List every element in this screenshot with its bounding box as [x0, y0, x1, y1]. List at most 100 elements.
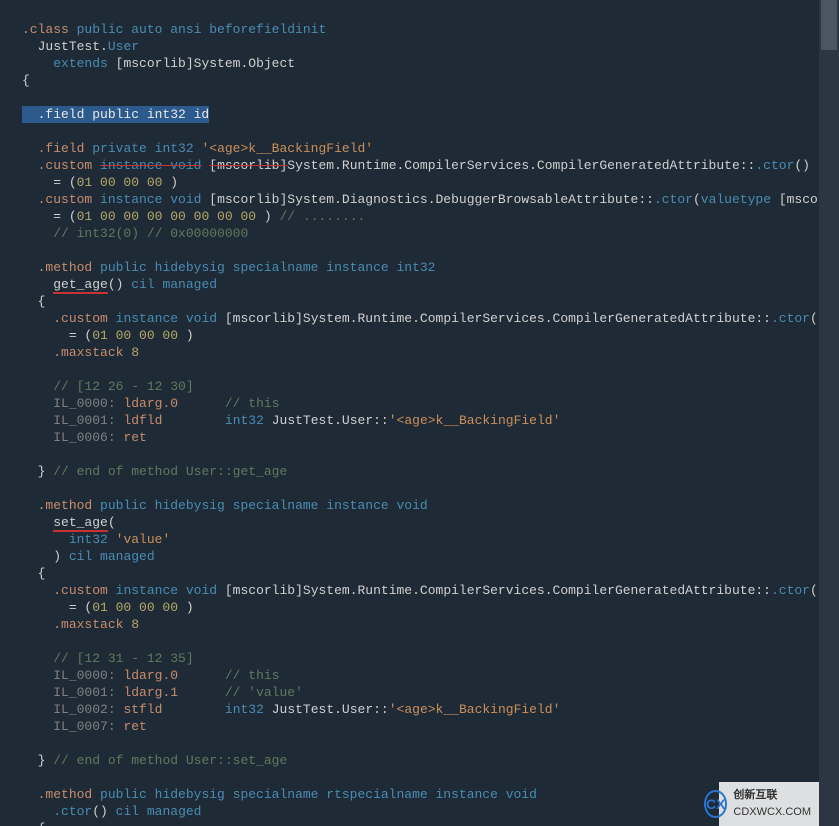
maxstack-n: 8 [131, 345, 139, 360]
sig: () [92, 804, 108, 819]
il-label: IL_0006: [53, 430, 115, 445]
modifiers: instance void [100, 158, 201, 173]
il-op: ldarg.0 [123, 396, 178, 411]
field-name: '<age>k__BackingField' [201, 141, 373, 156]
il-label: IL_0001: [53, 685, 115, 700]
il-field: '<age>k__BackingField' [389, 702, 561, 717]
brace: } [38, 753, 46, 768]
comment: // ........ [279, 209, 365, 224]
directive: .method [38, 260, 93, 275]
lib-ref: [mscorlib] [225, 583, 303, 598]
range-comment: // [12 31 - 12 35] [53, 651, 193, 666]
il-field: '<age>k__BackingField' [389, 413, 561, 428]
bytes: 01 00 00 00 [92, 600, 178, 615]
il-comment: // 'value' [225, 685, 303, 700]
il-op: ldarg.0 [123, 668, 178, 683]
paren: ( [693, 192, 701, 207]
lib-ref: [mscorlib] [209, 192, 287, 207]
ctor-name: .ctor [53, 804, 92, 819]
il-comment: // this [225, 668, 280, 683]
modifiers: instance void [116, 311, 217, 326]
il-op: ret [123, 719, 146, 734]
vertical-scrollbar[interactable] [819, 0, 839, 826]
modifiers: instance void [100, 192, 201, 207]
class-name: User [108, 39, 139, 54]
brace: { [38, 821, 46, 826]
watermark: CX 创新互联 CDXWCX.COM [719, 782, 819, 826]
base-type: System.Object [194, 56, 295, 71]
code-editor[interactable]: .class public auto ansi beforefieldinit … [0, 0, 819, 826]
range-comment: // [12 26 - 12 30] [53, 379, 193, 394]
end: ) [178, 600, 194, 615]
parens: () [794, 158, 810, 173]
il-op: ldarg.1 [123, 685, 178, 700]
maxstack-n: 8 [131, 617, 139, 632]
arg-type: int32 [69, 532, 108, 547]
lib-ref: [mscorlib] [779, 192, 819, 207]
parens: () [810, 583, 819, 598]
modifiers: public hidebysig specialname instance in… [100, 260, 435, 275]
il-type: int32 [225, 702, 264, 717]
eq: = ( [69, 600, 92, 615]
end-comment: // end of method User::get_age [53, 464, 287, 479]
directive: .method [38, 787, 93, 802]
directive: .custom [53, 583, 108, 598]
attr-type: System.Runtime.CompilerServices.Compiler… [303, 311, 771, 326]
cil: cil managed [116, 804, 202, 819]
bytes: 01 00 00 00 [77, 175, 163, 190]
modifiers: public auto ansi beforefieldinit [77, 22, 327, 37]
lib-ref: [mscorlib] [209, 158, 287, 173]
directive: .custom [53, 311, 108, 326]
paren: ( [108, 515, 116, 530]
il-target: JustTest.User:: [272, 702, 389, 717]
lib-ref: [mscorlib] [225, 311, 303, 326]
valuetype: valuetype [701, 192, 771, 207]
il-label: IL_0001: [53, 413, 115, 428]
il-op: ret [123, 430, 146, 445]
parens: () [810, 311, 819, 326]
watermark-text: 创新互联 CDXWCX.COM [733, 787, 811, 821]
il-type: int32 [225, 413, 264, 428]
il-label: IL_0000: [53, 396, 115, 411]
directive: .field [38, 141, 85, 156]
cil: cil managed [131, 277, 217, 292]
brace: } [38, 464, 46, 479]
il-op: ldfld [123, 413, 162, 428]
modifiers: public hidebysig specialname instance vo… [100, 498, 428, 513]
scrollbar-thumb[interactable] [821, 0, 837, 50]
maxstack: .maxstack [53, 345, 123, 360]
directive: .custom [38, 158, 93, 173]
brace: { [22, 73, 30, 88]
il-label: IL_0000: [53, 668, 115, 683]
il-label: IL_0002: [53, 702, 115, 717]
cil: cil managed [69, 549, 155, 564]
extends-kw: extends [53, 56, 108, 71]
eq: = ( [53, 175, 76, 190]
bytes: 01 00 00 00 [92, 328, 178, 343]
il-comment: // this [225, 396, 280, 411]
ctor: .ctor [654, 192, 693, 207]
end: ) [256, 209, 272, 224]
il-op: stfld [123, 702, 162, 717]
comment: // int32(0) // 0x00000000 [53, 226, 248, 241]
brace: { [38, 294, 46, 309]
maxstack: .maxstack [53, 617, 123, 632]
attr-type: System.Runtime.CompilerServices.Compiler… [303, 583, 771, 598]
attr-type: System.Runtime.CompilerServices.Compiler… [287, 158, 755, 173]
il-target: JustTest.User:: [272, 413, 389, 428]
arg-name: 'value' [116, 532, 171, 547]
end: ) [162, 175, 178, 190]
directive: .method [38, 498, 93, 513]
sig: () [108, 277, 124, 292]
ctor: .ctor [771, 311, 810, 326]
modifiers: instance void [116, 583, 217, 598]
selected-line: .field public int32 id [22, 106, 209, 123]
modifiers: private int32 [92, 141, 193, 156]
ctor: .ctor [755, 158, 794, 173]
method-name-set-age: set_age [53, 515, 108, 532]
lib-ref: [mscorlib] [116, 56, 194, 71]
modifiers: public hidebysig specialname rtspecialna… [100, 787, 537, 802]
directive: .class [22, 22, 69, 37]
directive: .custom [38, 192, 93, 207]
method-name-get-age: get_age [53, 277, 108, 294]
